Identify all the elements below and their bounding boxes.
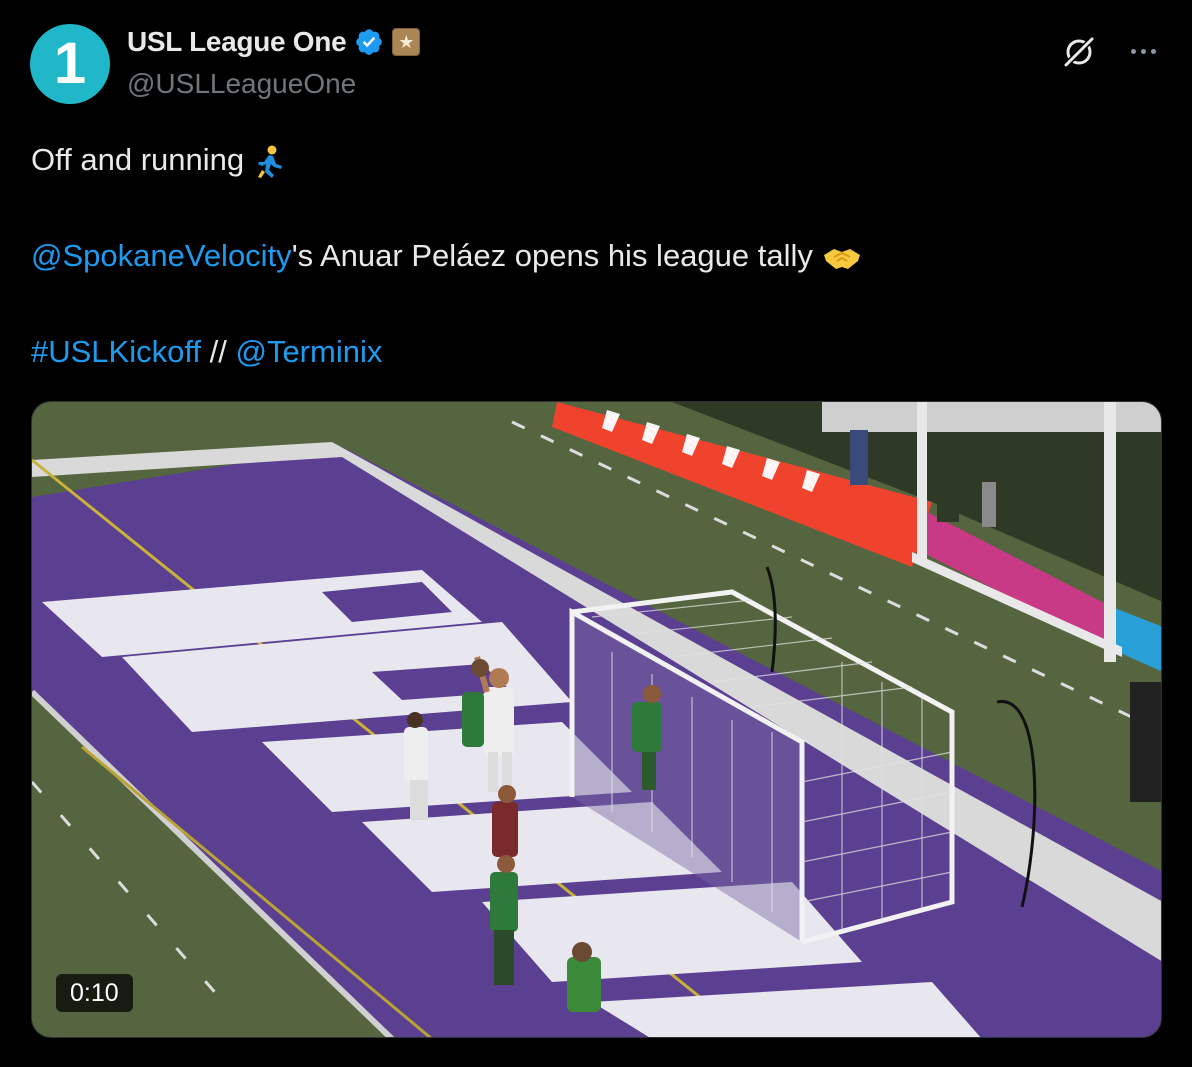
grok-icon[interactable] xyxy=(1060,33,1098,71)
person-running-emoji xyxy=(257,145,282,178)
tweet-text-line-2: @SpokaneVelocity's Anuar Peláez opens hi… xyxy=(31,238,862,274)
more-dot xyxy=(1140,48,1146,54)
avatar-text: 1 xyxy=(53,31,87,96)
affiliate-badge-icon[interactable]: ★ xyxy=(392,28,421,56)
avatar[interactable]: 1 xyxy=(30,24,110,104)
author-handle[interactable]: @USLLeagueOne xyxy=(127,68,356,100)
video-duration: 0:10 xyxy=(56,974,133,1012)
video-frame xyxy=(32,402,1161,1037)
author-display-name[interactable]: USL League One xyxy=(127,26,347,58)
tweet: 1 USL League One ★ @USLLeagueOne Off and… xyxy=(0,0,1192,1067)
mention-link-terminix[interactable]: @Terminix xyxy=(235,334,382,369)
more-dot xyxy=(1130,48,1136,54)
verified-badge-icon[interactable] xyxy=(354,27,384,57)
tweet-text: Off and running xyxy=(31,142,245,177)
hashtag-link-uslkickoff[interactable]: #USLKickoff xyxy=(31,334,201,369)
tweet-text-line-3: #USLKickoff // @Terminix xyxy=(31,334,382,370)
video-player[interactable]: 0:10 xyxy=(31,401,1162,1038)
tweet-text-line-1: Off and running xyxy=(31,142,287,180)
author-name-row: USL League One ★ xyxy=(127,26,421,58)
more-dot xyxy=(1150,48,1156,54)
handshake-emoji xyxy=(823,248,860,269)
more-options-icon[interactable] xyxy=(1125,36,1161,66)
tweet-text: // xyxy=(201,334,236,369)
mention-link-spokane-velocity[interactable]: @SpokaneVelocity xyxy=(31,238,292,273)
tweet-text: 's Anuar Peláez opens his league tally xyxy=(291,238,813,273)
